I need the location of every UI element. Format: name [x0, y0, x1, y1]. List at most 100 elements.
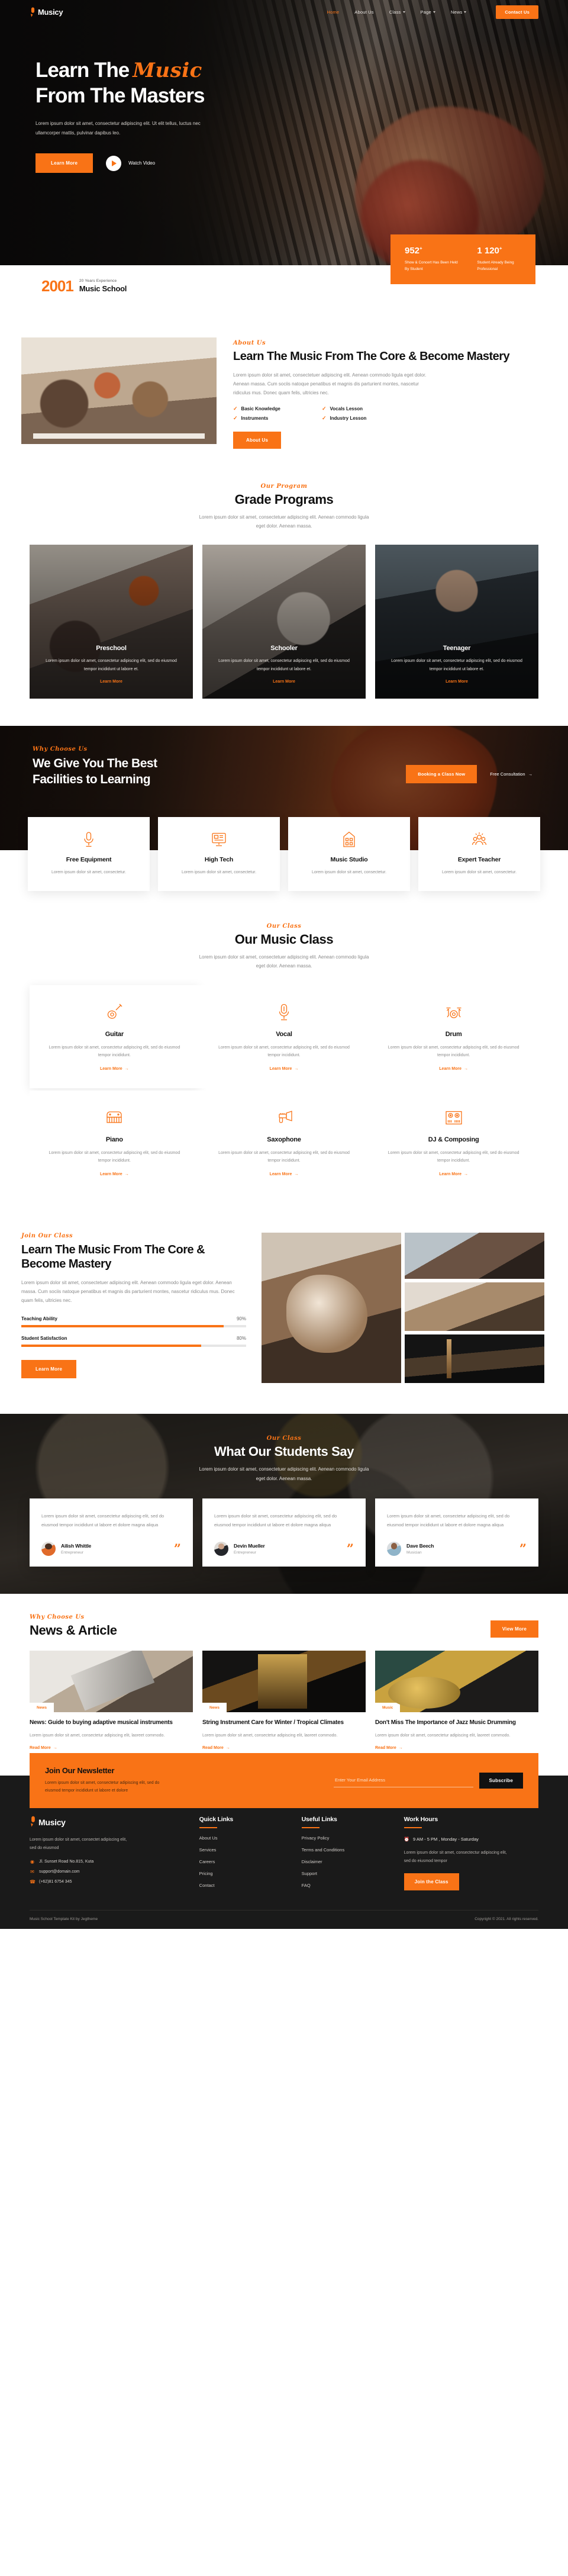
subscribe-button[interactable]: Subscribe — [479, 1772, 523, 1789]
check-icon: ✓ — [322, 414, 327, 421]
skill-student-satisfaction: Student Satisfaction 80% — [21, 1336, 246, 1347]
arrow-right-icon: → — [124, 1172, 129, 1177]
brand-logo[interactable]: Musicy — [30, 7, 63, 17]
news-read-more-link[interactable]: Read More → — [202, 1746, 230, 1750]
join-the-class-button[interactable]: Join the Class — [404, 1873, 459, 1890]
news-card-desc: Lorem ipsum dolor sit amet, consectetur … — [375, 1734, 511, 1738]
footer-link-privacy-policy[interactable]: Privacy Policy — [302, 1835, 404, 1841]
newsletter-email-input[interactable] — [334, 1773, 473, 1788]
arrow-right-icon: → — [294, 1172, 299, 1177]
skill-progress-fill — [21, 1344, 201, 1347]
facility-card-music-studio[interactable]: Music Studio Lorem ipsum dolor sit amet,… — [288, 817, 410, 891]
class-card-dj-composing[interactable]: DJ & Composing Lorem ipsum dolor sit ame… — [369, 1090, 538, 1194]
news-read-more-label: Read More — [30, 1745, 51, 1750]
news-card-image: News — [30, 1650, 193, 1712]
footer-link-services[interactable]: Services — [199, 1847, 302, 1853]
booking-class-button[interactable]: Booking a Class Now — [406, 764, 477, 783]
arrow-right-icon: → — [464, 1172, 469, 1177]
footer-contact-phone[interactable]: ☎ (+62)81 6754 345 — [30, 1879, 199, 1884]
program-learn-more-link[interactable]: Learn More — [273, 680, 295, 684]
nav-item-about-us[interactable]: About Us — [354, 9, 373, 15]
about-us-button[interactable]: About Us — [233, 431, 282, 449]
nav-item-home[interactable]: Home — [327, 9, 339, 15]
class-card-guitar[interactable]: Guitar Lorem ipsum dolor sit amet, conse… — [30, 985, 199, 1088]
footer-brand-column: Musicy Lorem ipsum dolor sit amet, conse… — [30, 1816, 199, 1895]
testimonial-name: Ailish Whittle — [61, 1542, 92, 1549]
footer-link-careers[interactable]: Careers — [199, 1859, 302, 1864]
view-more-button[interactable]: View More — [490, 1620, 538, 1638]
arrow-right-icon: → — [53, 1745, 57, 1750]
footer-link-pricing[interactable]: Pricing — [199, 1871, 302, 1876]
testimonials-content: Our Class What Our Students Say Lorem ip… — [30, 1435, 538, 1567]
classes-container: Our Class Our Music Class Lorem ipsum do… — [30, 923, 538, 1194]
programs-title: Grade Programs — [234, 491, 334, 507]
facilities-actions: Booking a Class Now Free Consultation → — [406, 764, 532, 788]
nav-item-news[interactable]: News — [451, 9, 467, 15]
footer-link-disclaimer[interactable]: Disclaimer — [302, 1859, 404, 1864]
free-consultation-link[interactable]: Free Consultation → — [490, 771, 532, 777]
footer-link-about-us[interactable]: About Us — [199, 1835, 302, 1841]
footer-link-terms-and-conditions[interactable]: Terms and Conditions — [302, 1847, 404, 1853]
class-learn-more-link[interactable]: Learn More → — [439, 1067, 468, 1071]
facility-card-expert-teacher[interactable]: Expert Teacher Lorem ipsum dolor sit ame… — [418, 817, 540, 891]
footer-link-faq[interactable]: FAQ — [302, 1883, 404, 1888]
brand-name: Musicy — [38, 7, 63, 17]
class-learn-more-link[interactable]: Learn More → — [270, 1172, 299, 1176]
hero-learn-more-button[interactable]: Learn More — [36, 153, 93, 173]
program-learn-more-link[interactable]: Learn More — [100, 680, 122, 684]
class-learn-more-link[interactable]: Learn More → — [100, 1067, 129, 1071]
news-read-more-link[interactable]: Read More → — [30, 1746, 57, 1750]
facility-card-desc: Lorem ipsum dolor sit amet, consectetur. — [51, 870, 127, 875]
program-learn-more-link[interactable]: Learn More — [446, 680, 468, 684]
footer-about-text: Lorem ipsum dolor sit amet, consectet ad… — [30, 1837, 127, 1850]
testimonials-grid: Lorem ipsum dolor sit amet, consectetur … — [30, 1498, 538, 1567]
facility-card-free-equipment[interactable]: Free Equipment Lorem ipsum dolor sit ame… — [28, 817, 150, 891]
class-card-desc: Lorem ipsum dolor sit amet, consectetur … — [388, 1045, 519, 1058]
class-card-piano[interactable]: Piano Lorem ipsum dolor sit amet, consec… — [30, 1090, 199, 1194]
footer-link-contact[interactable]: Contact — [199, 1883, 302, 1888]
play-icon[interactable] — [106, 155, 122, 171]
footer-useful-links-title: Useful Links — [301, 1815, 337, 1823]
building-icon — [299, 830, 399, 849]
news-card[interactable]: News String Instrument Care for Winter /… — [202, 1650, 366, 1752]
quote-icon: ” — [173, 1541, 181, 1556]
join-image-2 — [405, 1282, 544, 1332]
class-learn-more-link[interactable]: Learn More → — [439, 1172, 468, 1176]
news-container: Why Choose Us News & Article View More N… — [30, 1614, 538, 1752]
footer-link-support[interactable]: Support — [302, 1871, 404, 1876]
testimonial-quote: Lorem ipsum dolor sit amet, consectetur … — [214, 1513, 337, 1528]
class-card-vocal[interactable]: Vocal Lorem ipsum dolor sit amet, consec… — [199, 985, 369, 1088]
skill-progress-track — [21, 1344, 246, 1347]
microphone-icon — [217, 1001, 351, 1024]
facility-card-high-tech[interactable]: High Tech Lorem ipsum dolor sit amet, co… — [158, 817, 280, 891]
join-body: Lorem ipsum dolor sit amet, consectetuer… — [21, 1280, 235, 1304]
about-image-photo — [21, 337, 217, 444]
arrow-right-icon: → — [464, 1066, 469, 1071]
news-card-tag: Music — [375, 1702, 401, 1712]
program-card-schooler[interactable]: Schooler Lorem ipsum dolor sit amet, con… — [202, 545, 366, 699]
contact-us-button[interactable]: Contact Us — [496, 5, 538, 19]
program-card-preschool[interactable]: Preschool Lorem ipsum dolor sit amet, co… — [30, 545, 193, 699]
news-card[interactable]: News News: Guide to buying adaptive musi… — [30, 1650, 193, 1752]
saxophone-icon — [217, 1106, 351, 1130]
class-learn-more-link[interactable]: Learn More → — [270, 1067, 299, 1071]
stat-label: Student Already Being Professional — [477, 261, 514, 272]
join-learn-more-button[interactable]: Learn More — [21, 1359, 77, 1378]
class-card-saxophone[interactable]: Saxophone Lorem ipsum dolor sit amet, co… — [199, 1090, 369, 1194]
watch-video-control[interactable]: Watch Video — [106, 155, 155, 171]
news-title: News & Article — [30, 1622, 117, 1638]
nav-item-page[interactable]: Page — [421, 9, 435, 15]
class-learn-more-link[interactable]: Learn More → — [100, 1172, 129, 1176]
news-card[interactable]: Music Don't Miss The Importance of Jazz … — [375, 1650, 538, 1752]
news-read-more-link[interactable]: Read More → — [375, 1746, 403, 1750]
guitar-icon — [47, 1001, 182, 1024]
programs-eyebrow: Our Program — [260, 483, 308, 490]
footer-contact-email[interactable]: ✉ support@domain.com — [30, 1869, 199, 1874]
footer-useful-links: Privacy Policy Terms and Conditions Disc… — [302, 1835, 404, 1888]
join-title: Learn The Music From The Core & Become M… — [21, 1243, 205, 1271]
program-card-teenager[interactable]: Teenager Lorem ipsum dolor sit amet, con… — [375, 545, 538, 699]
piano-icon — [47, 1106, 182, 1130]
nav-item-class[interactable]: Class — [389, 9, 405, 15]
class-card-drum[interactable]: Drum Lorem ipsum dolor sit amet, consect… — [369, 985, 538, 1088]
footer-logo[interactable]: Musicy — [30, 1816, 199, 1829]
